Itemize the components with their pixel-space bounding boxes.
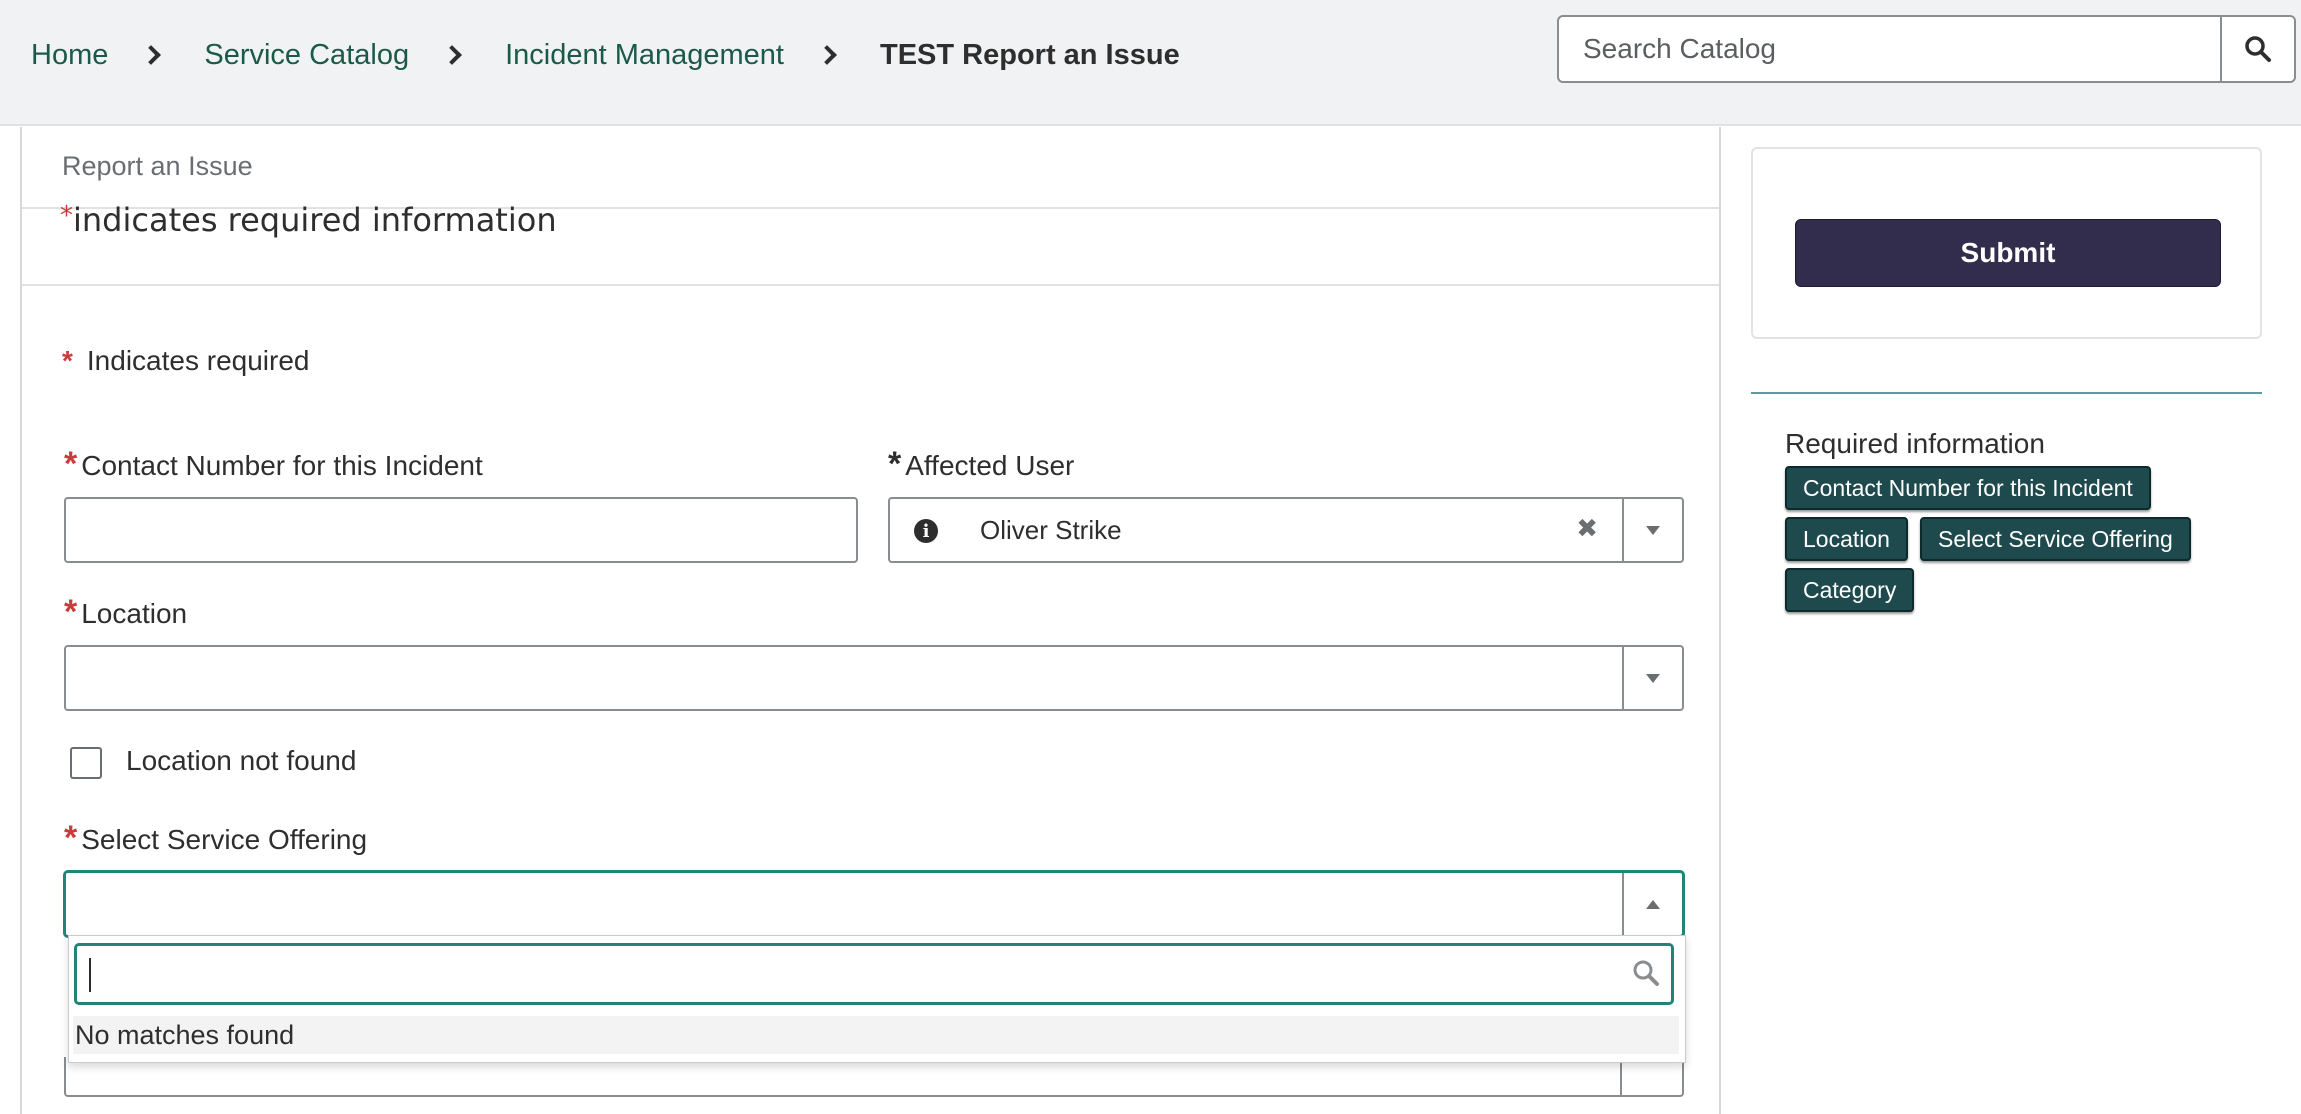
breadcrumb-service-catalog[interactable]: Service Catalog <box>204 39 409 72</box>
chevron-right-icon <box>442 45 462 65</box>
service-offering-dropdown-toggle[interactable] <box>1622 873 1682 935</box>
divider <box>1751 392 2262 394</box>
required-star: * <box>60 201 73 231</box>
location-select[interactable] <box>64 645 1684 711</box>
no-matches-message: No matches found <box>73 1016 1679 1054</box>
location-label: * Location <box>64 593 188 631</box>
contact-number-field[interactable] <box>64 497 858 563</box>
required-chip-service-offering[interactable]: Select Service Offering <box>1920 517 2191 561</box>
chevron-right-icon <box>817 45 837 65</box>
service-offering-select[interactable] <box>64 871 1684 937</box>
submit-card: Submit <box>1751 147 2262 339</box>
catalog-search <box>1557 15 2296 83</box>
form-subtitle: Report an Issue <box>62 151 253 181</box>
service-offering-dropdown: No matches found <box>68 935 1686 1063</box>
affected-user-label: * Affected User <box>888 445 1075 483</box>
location-not-found-label: Location not found <box>126 745 357 776</box>
required-star: * <box>888 445 902 483</box>
required-information-note: *indicates required information <box>60 201 557 239</box>
header-bar: Home Service Catalog Incident Management… <box>0 0 2301 126</box>
submit-button[interactable]: Submit <box>1795 219 2221 287</box>
location-not-found-checkbox[interactable] <box>70 747 102 779</box>
search-icon <box>1633 960 1659 986</box>
service-offering-label: * Select Service Offering <box>64 819 368 857</box>
breadcrumb-home[interactable]: Home <box>31 39 108 72</box>
breadcrumb: Home Service Catalog Incident Management… <box>31 34 1180 76</box>
dropdown-search-input[interactable] <box>75 944 1673 1004</box>
location-dropdown-toggle[interactable] <box>1622 647 1682 709</box>
caret-down-icon <box>1646 525 1660 535</box>
caret-up-icon <box>1646 899 1660 909</box>
breadcrumb-incident-management[interactable]: Incident Management <box>505 39 784 72</box>
info-icon[interactable]: i <box>914 519 938 543</box>
search-input[interactable] <box>1559 17 2220 81</box>
affected-user-value: Oliver Strike <box>980 515 1122 545</box>
required-chip-contact-number[interactable]: Contact Number for this Incident <box>1785 466 2151 510</box>
search-button[interactable] <box>2220 17 2294 81</box>
affected-user-select[interactable]: i Oliver Strike ✖ <box>888 497 1684 563</box>
indicates-required-legend: * Indicates required <box>62 345 310 376</box>
required-chip-category[interactable]: Category <box>1785 568 1915 612</box>
required-information-title: Required information <box>1785 428 2045 459</box>
chevron-right-icon <box>141 45 162 65</box>
divider <box>22 284 1719 286</box>
contact-number-label: * Contact Number for this Incident <box>64 445 483 483</box>
next-field-select[interactable] <box>64 1057 1684 1097</box>
clear-icon[interactable]: ✖ <box>1576 513 1598 544</box>
form-panel: Report an Issue *indicates required info… <box>20 127 1721 1114</box>
required-star: * <box>64 819 78 857</box>
required-chip-location[interactable]: Location <box>1785 517 1908 561</box>
required-star: * <box>64 445 78 483</box>
required-star: * <box>62 345 73 376</box>
affected-user-dropdown-toggle[interactable] <box>1622 499 1682 561</box>
text-cursor <box>89 958 91 992</box>
required-star: * <box>64 593 78 631</box>
caret-down-icon <box>1646 673 1660 683</box>
search-icon <box>2245 36 2271 62</box>
breadcrumb-current: TEST Report an Issue <box>879 38 1180 71</box>
